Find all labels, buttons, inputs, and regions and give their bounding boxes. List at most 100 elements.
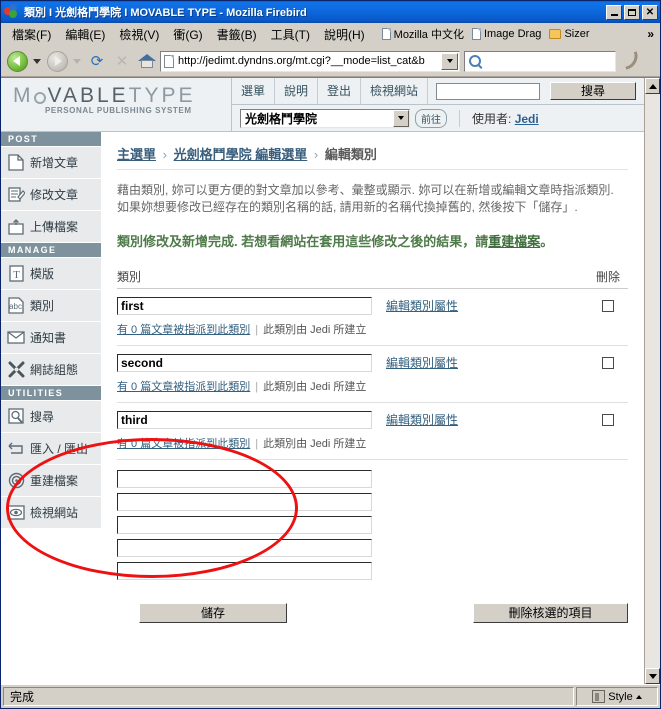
home-icon <box>138 53 156 69</box>
home-button[interactable] <box>135 49 159 73</box>
sidebar-item-new-entry[interactable]: 新增文章 <box>1 147 101 179</box>
sidebar-item-rebuild[interactable]: 重建檔案 <box>1 465 101 497</box>
new-category-input-3[interactable] <box>117 515 372 534</box>
scroll-up-button[interactable] <box>645 78 660 94</box>
breadcrumb-home[interactable]: 主選單 <box>117 147 156 162</box>
menu-tools[interactable]: 工具(T) <box>264 24 317 45</box>
nav-menu[interactable]: 選單 <box>232 78 276 105</box>
mt-search-button[interactable]: 搜尋 <box>550 82 637 100</box>
import-export-icon <box>7 440 25 458</box>
logo-text-2: VABLE <box>47 84 129 107</box>
category-name-input[interactable]: second <box>117 353 372 372</box>
new-category-input-5[interactable] <box>117 561 372 580</box>
nav-logout[interactable]: 登出 <box>318 78 362 105</box>
style-icon <box>592 690 606 703</box>
user-label: 使用者: <box>472 111 512 126</box>
stop-icon: ✕ <box>115 53 129 70</box>
entry-count-link[interactable]: 有 0 篇文章被指派到此類別 <box>117 324 250 336</box>
maximize-button[interactable] <box>624 4 640 20</box>
rebuild-target-icon <box>7 472 25 490</box>
new-document-icon <box>7 154 25 172</box>
nav-view-site[interactable]: 檢視網站 <box>361 78 429 105</box>
bookmark-image-drag[interactable]: Image Drag <box>468 27 545 41</box>
entry-count-link[interactable]: 有 0 篇文章被指派到此類別 <box>117 438 250 450</box>
browser-viewport: M VABLETYPE PERSONAL PUBLISHING SYSTEM 選單… <box>1 77 660 684</box>
sidebar-item-view-site[interactable]: 檢視網站 <box>1 497 101 529</box>
minimize-button[interactable] <box>606 4 622 20</box>
table-row: first 編輯類別屬性 有 0 篇文章被指派到此類別 | 此類別由 Jedi 所建… <box>117 289 628 346</box>
search-icon <box>469 55 481 67</box>
user-link[interactable]: Jedi <box>515 112 539 126</box>
close-button[interactable]: ✕ <box>642 4 658 20</box>
menu-edit[interactable]: 編輯(E) <box>58 24 112 45</box>
bookmark-sizer[interactable]: Sizer <box>545 27 593 41</box>
category-name-input[interactable]: third <box>117 410 372 429</box>
new-category-input-2[interactable] <box>117 492 372 511</box>
scrollbar-track[interactable] <box>645 94 660 668</box>
window-controls: ✕ <box>606 4 658 20</box>
sidebar-item-label: 通知書 <box>30 331 67 345</box>
sidebar-item-templates[interactable]: T 模版 <box>1 258 101 290</box>
entry-count-link[interactable]: 有 0 篇文章被指派到此類別 <box>117 381 250 393</box>
meta-separator: | <box>255 323 259 336</box>
new-category-input-4[interactable] <box>117 538 372 557</box>
sidebar-section-utilities: UTILITIES <box>1 386 101 401</box>
delete-checkbox[interactable] <box>602 356 614 369</box>
menu-view[interactable]: 檢視(V) <box>112 24 166 45</box>
page-scrollbar[interactable] <box>644 78 660 684</box>
bookmarks-overflow-chevron-icon[interactable]: » <box>647 27 660 41</box>
rebuild-link[interactable]: 重建檔案 <box>488 234 540 249</box>
bookmark-label: Mozilla 中文化 <box>393 29 464 41</box>
bookmark-mozilla-chinese[interactable]: Mozilla 中文化 <box>378 25 468 43</box>
meta-separator: | <box>255 437 259 450</box>
chevron-down-icon[interactable] <box>393 109 409 127</box>
sidebar-item-label: 上傳檔案 <box>30 220 79 234</box>
category-name-input[interactable]: first <box>117 296 372 315</box>
breadcrumb-blog-menu[interactable]: 光劍格鬥學院 編輯選單 <box>174 147 308 162</box>
menu-go[interactable]: 衝(G) <box>166 24 209 45</box>
delete-checkbox[interactable] <box>602 299 614 312</box>
save-button[interactable]: 儲存 <box>139 602 287 623</box>
back-button[interactable] <box>5 49 29 73</box>
movabletype-top-nav: 選單 說明 登出 檢視網站 搜尋 <box>232 78 644 105</box>
url-dropdown-button[interactable] <box>441 52 458 70</box>
menu-bookmarks[interactable]: 書籤(B) <box>210 24 264 45</box>
doc-icon <box>381 28 391 40</box>
forward-dropdown-button[interactable] <box>70 49 84 73</box>
menu-help[interactable]: 說明(H) <box>317 24 372 45</box>
sidebar-item-upload-file[interactable]: 上傳檔案 <box>1 211 101 243</box>
back-dropdown-button[interactable] <box>30 49 44 73</box>
status-text: 完成 <box>3 687 574 706</box>
style-button[interactable]: Style <box>576 687 658 706</box>
forward-button[interactable] <box>45 49 69 73</box>
new-category-input-1[interactable] <box>117 469 372 488</box>
category-meta: 有 0 篇文章被指派到此類別 | 此類別由 Jedi 所建立 <box>117 378 628 394</box>
user-info: 使用者: Jedi <box>459 109 539 127</box>
sidebar-item-search[interactable]: 搜尋 <box>1 401 101 433</box>
sidebar-item-label: 模版 <box>30 267 55 281</box>
delete-checkbox[interactable] <box>602 413 614 426</box>
menu-file[interactable]: 檔案(F) <box>5 24 58 45</box>
sidebar: POST 新增文章 修改文章 上傳檔案 MANAGE T 模版 abc 類別 通… <box>1 132 101 684</box>
success-message: 類別修改及新增完成. 若想看網站在套用這些修改之後的結果，請重建檔案。 <box>117 231 628 250</box>
edit-category-attributes-link[interactable]: 編輯類別屬性 <box>386 354 458 371</box>
template-icon: T <box>7 265 25 283</box>
go-button[interactable]: 前往 <box>415 108 447 128</box>
scroll-down-button[interactable] <box>645 668 660 684</box>
sidebar-item-blog-config[interactable]: 網誌組態 <box>1 354 101 386</box>
search-bar[interactable] <box>464 50 616 72</box>
reload-button[interactable]: ⟳ <box>85 49 109 73</box>
edit-category-attributes-link[interactable]: 編輯類別屬性 <box>386 411 458 428</box>
logo-text-3: TYPE <box>128 84 196 107</box>
mt-search-input[interactable] <box>436 82 541 100</box>
sidebar-item-categories[interactable]: abc 類別 <box>1 290 101 322</box>
sidebar-item-edit-entries[interactable]: 修改文章 <box>1 179 101 211</box>
blog-select[interactable]: 光劍格鬥學院 <box>240 108 410 128</box>
delete-selected-button[interactable]: 刪除核選的項目 <box>473 602 628 623</box>
sidebar-item-import-export[interactable]: 匯入 / 匯出 <box>1 433 101 465</box>
url-bar[interactable]: http://jedimt.dyndns.org/mt.cgi?__mode=l… <box>160 50 460 72</box>
edit-category-attributes-link[interactable]: 編輯類別屬性 <box>386 297 458 314</box>
nav-help[interactable]: 說明 <box>275 78 319 105</box>
stop-button[interactable]: ✕ <box>110 49 134 73</box>
sidebar-item-notifications[interactable]: 通知書 <box>1 322 101 354</box>
